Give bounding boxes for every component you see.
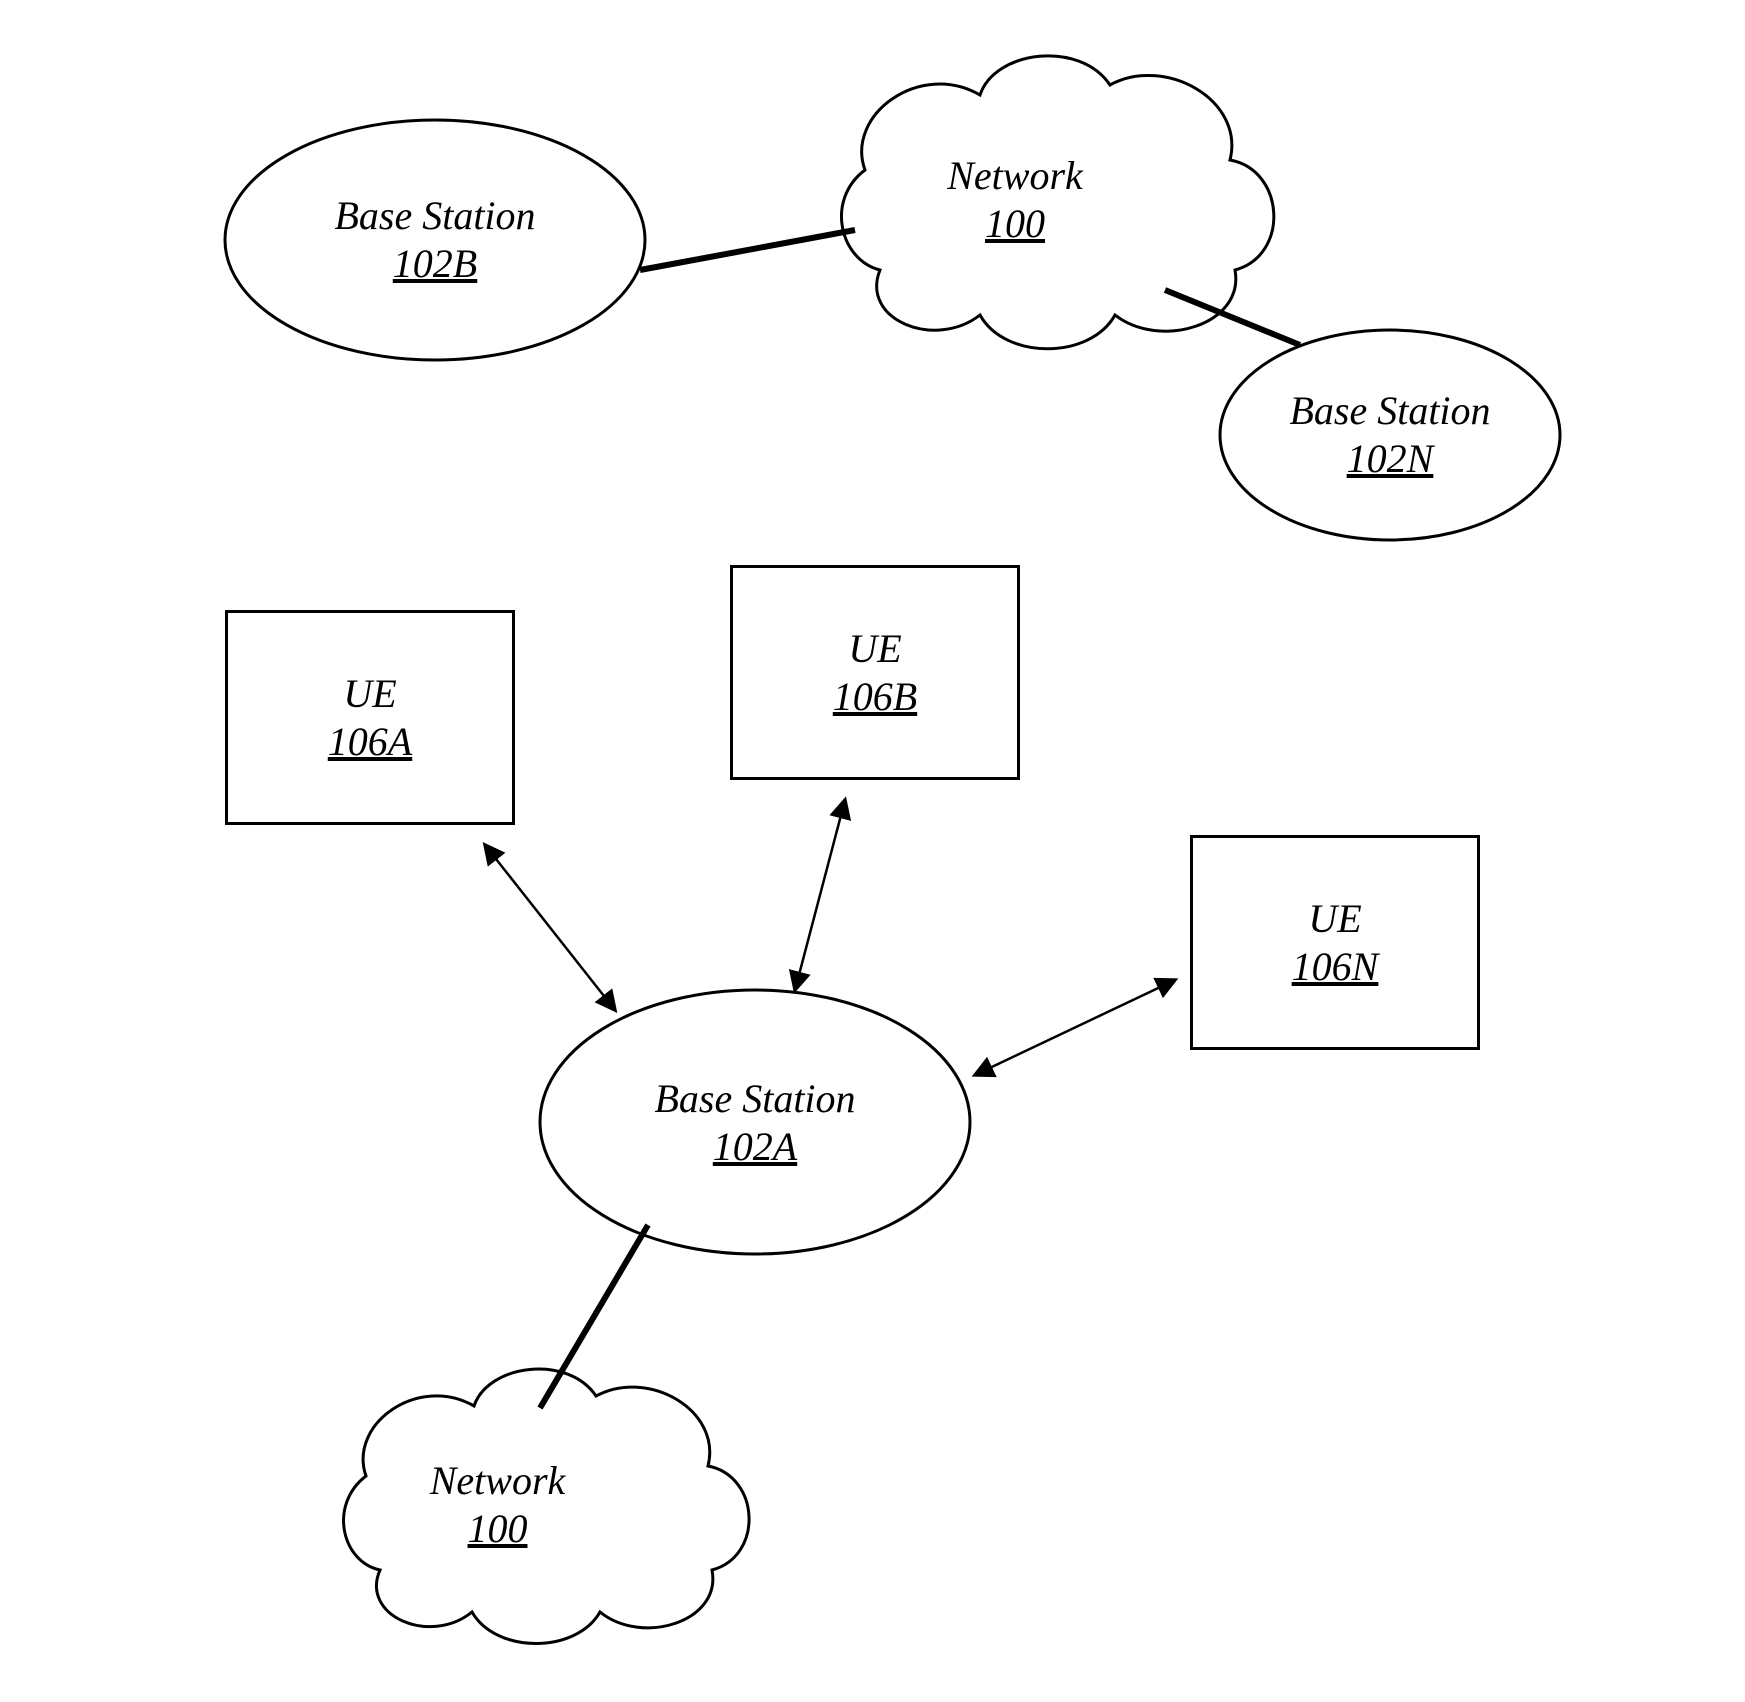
node-title: Network xyxy=(947,153,1083,199)
diagram-canvas: Base Station 102B Network 100 Base Stati… xyxy=(0,0,1745,1702)
node-title: UE xyxy=(343,671,396,717)
node-ref: 106B xyxy=(833,674,917,720)
node-title: Base Station xyxy=(654,1076,855,1122)
node-title: Network xyxy=(430,1458,566,1504)
node-bs102b: Base Station 102B xyxy=(225,120,645,360)
edge-ue106b-bs102a xyxy=(795,800,845,990)
node-title: UE xyxy=(848,626,901,672)
edge-ue106n-bs102a xyxy=(975,980,1175,1075)
node-title: UE xyxy=(1308,896,1361,942)
node-ref: 100 xyxy=(468,1506,528,1552)
node-bs102a: Base Station 102A xyxy=(540,990,970,1255)
node-ref: 102A xyxy=(713,1124,797,1170)
node-ref: 106N xyxy=(1292,944,1379,990)
node-ue106b: UE 106B xyxy=(730,565,1020,780)
node-ref: 102B xyxy=(393,241,477,287)
node-net100-bot: Network 100 xyxy=(310,1370,685,1640)
node-ue106n: UE 106N xyxy=(1190,835,1480,1050)
node-net100-top: Network 100 xyxy=(815,60,1215,340)
node-ref: 106A xyxy=(328,719,412,765)
node-ue106a: UE 106A xyxy=(225,610,515,825)
edge-ue106a-bs102a xyxy=(485,845,615,1010)
node-bs102n: Base Station 102N xyxy=(1220,330,1560,540)
node-ref: 102N xyxy=(1347,436,1434,482)
node-title: Base Station xyxy=(334,193,535,239)
node-ref: 100 xyxy=(985,201,1045,247)
node-title: Base Station xyxy=(1289,388,1490,434)
